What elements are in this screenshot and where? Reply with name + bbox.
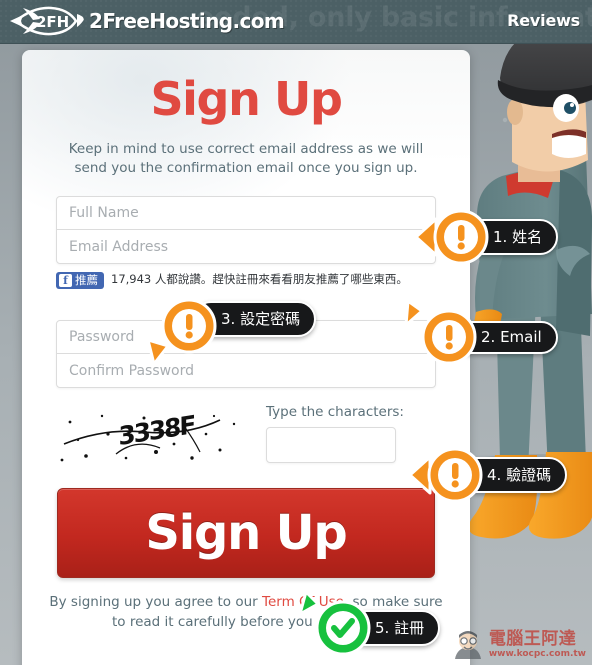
svg-text:2FH: 2FH <box>36 13 69 31</box>
confirm-password-input[interactable] <box>57 354 435 387</box>
site-header: eeded, only basic information 2FH 2FreeH… <box>0 0 592 44</box>
page-subtitle: Keep in mind to use correct email addres… <box>68 141 424 176</box>
nav-link-reviews[interactable]: Reviews <box>507 11 580 30</box>
terms-prefix: By signing up you agree to our <box>49 594 263 610</box>
captcha-row: 3338F Type the characters: <box>56 404 436 466</box>
email-input[interactable] <box>57 230 435 263</box>
rocket-logo-icon: 2FH <box>10 6 84 36</box>
callout-captcha: 4. 驗證碼 <box>408 447 568 503</box>
callout-badge-email <box>404 299 477 365</box>
callout-email: 2. Email <box>404 299 558 365</box>
callout-password: 3. 設定密碼 <box>146 298 317 366</box>
watermark-site-name: 電腦王阿達 <box>488 629 577 649</box>
facebook-like-bar: f 推薦 17,943 人都說讚。趕快註冊來看看朋友推薦了哪些東西。 <box>56 272 436 302</box>
captcha-label: Type the characters: <box>266 404 404 420</box>
site-logo[interactable]: 2FH 2FreeHosting.com <box>8 3 285 39</box>
facebook-like-count-text: 17,943 人都說讚。趕快註冊來看看朋友推薦了哪些東西。 <box>111 272 408 286</box>
facebook-recommend-button[interactable]: f 推薦 <box>56 272 104 289</box>
captcha-input[interactable] <box>266 427 396 463</box>
brand-name: 2FreeHosting.com <box>89 9 285 33</box>
facebook-icon: f <box>59 274 72 287</box>
page-title: Sign Up <box>150 72 342 126</box>
full-name-input[interactable] <box>57 197 435 230</box>
callout-badge-password <box>146 298 217 366</box>
watermark-text-block: 電腦王阿達 www.kocpc.com.tw <box>489 631 586 659</box>
callout-name: 1. 姓名 <box>414 209 559 265</box>
name-email-field-group <box>56 196 436 264</box>
callout-badge-signup <box>298 590 371 656</box>
captcha-entry-block: Type the characters: <box>266 404 404 463</box>
signup-submit-button[interactable]: Sign Up <box>57 488 435 578</box>
callout-badge-captcha <box>408 447 483 503</box>
site-watermark: 電腦王阿達 www.kocpc.com.tw <box>451 629 586 661</box>
page-root: eeded, only basic information 2FH 2FreeH… <box>0 0 592 665</box>
callout-badge-name <box>414 209 489 265</box>
watermark-avatar-icon <box>454 631 481 659</box>
callout-signup: 5. 註冊 <box>298 590 441 656</box>
captcha-image: 3338F <box>56 404 252 466</box>
watermark-url: www.kocpc.com.tw <box>488 649 586 659</box>
facebook-recommend-label: 推薦 <box>75 273 98 287</box>
